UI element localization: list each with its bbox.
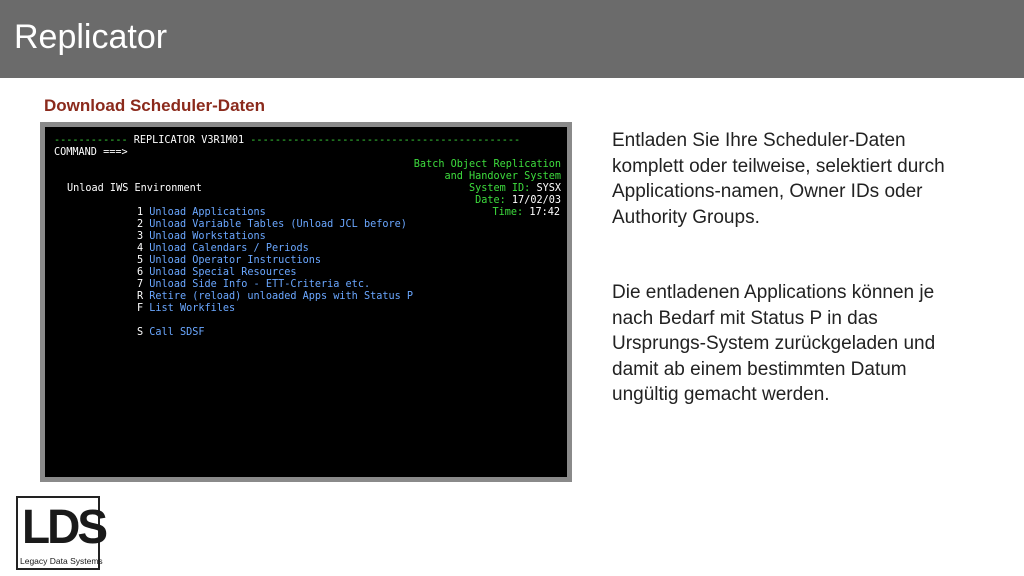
menu-label: Retire (reload) unloaded Apps with Statu… bbox=[149, 291, 414, 302]
system-id-value: SYSX bbox=[536, 183, 561, 194]
menu-key: 2 bbox=[137, 219, 144, 230]
system-id-line: System ID: SYSX bbox=[469, 183, 561, 195]
menu-label: Unload Side Info - ETT-Criteria etc. bbox=[149, 279, 371, 290]
menu-key: 1 bbox=[137, 207, 144, 218]
date-value: 17/02/03 bbox=[511, 195, 561, 206]
menu-option[interactable]: 3 Unload Workstations bbox=[137, 231, 266, 243]
header-dashes-right: ----------------------------------------… bbox=[250, 135, 521, 146]
menu-key: 5 bbox=[137, 255, 144, 266]
menu-option[interactable]: 2 Unload Variable Tables (Unload JCL bef… bbox=[137, 219, 407, 231]
menu-label: Unload Workstations bbox=[149, 231, 266, 242]
menu-key: 4 bbox=[137, 243, 144, 254]
menu-option[interactable]: 5 Unload Operator Instructions bbox=[137, 255, 321, 267]
menu-option[interactable]: 1 Unload Applications bbox=[137, 207, 266, 219]
menu-option[interactable]: S Call SDSF bbox=[137, 327, 204, 339]
menu-option[interactable]: R Retire (reload) unloaded Apps with Sta… bbox=[137, 291, 413, 303]
company-logo: LDS Legacy Data Systems bbox=[16, 496, 108, 570]
header-dashes-left: ------------ bbox=[54, 135, 128, 146]
menu-label: Unload Applications bbox=[149, 207, 266, 218]
menu-option[interactable]: 6 Unload Special Resources bbox=[137, 267, 296, 279]
menu-label: Call SDSF bbox=[149, 327, 205, 338]
system-id-label: System ID: bbox=[468, 183, 531, 194]
description-paragraph-2: Die entladenen Applications können je na… bbox=[612, 282, 936, 405]
terminal-screen[interactable]: ------------ REPLICATOR V3R1M01 --------… bbox=[45, 127, 567, 477]
menu-label: Unload Operator Instructions bbox=[149, 255, 322, 266]
menu-key: R bbox=[137, 291, 144, 302]
slide-title: Replicator bbox=[14, 18, 168, 56]
menu-label: Unload Calendars / Periods bbox=[149, 243, 309, 254]
terminal-header-title: REPLICATOR V3R1M01 bbox=[133, 135, 245, 146]
title-bar: Replicator bbox=[0, 0, 1024, 78]
terminal-frame: ------------ REPLICATOR V3R1M01 --------… bbox=[40, 122, 572, 482]
product-line-2: and Handover System bbox=[444, 171, 561, 182]
time-value: 17:42 bbox=[529, 207, 560, 218]
terminal-header-line: ------------ REPLICATOR V3R1M01 --------… bbox=[54, 135, 520, 147]
date-line: Date: 17/02/03 bbox=[475, 195, 561, 207]
menu-key: 7 bbox=[137, 279, 144, 290]
command-prompt[interactable]: COMMAND ===> bbox=[54, 147, 128, 159]
time-label: Time: bbox=[492, 207, 524, 218]
section-subtitle: Download Scheduler-Daten bbox=[44, 96, 266, 115]
date-label: Date: bbox=[475, 195, 506, 206]
menu-key: F bbox=[137, 303, 144, 314]
menu-label: Unload Special Resources bbox=[149, 267, 297, 278]
menu-label: List Workfiles bbox=[149, 303, 236, 314]
menu-option[interactable]: F List Workfiles bbox=[137, 303, 235, 315]
product-line-1: Batch Object Replication bbox=[413, 159, 561, 170]
environment-label: Unload IWS Environment bbox=[67, 183, 202, 194]
menu-key: S bbox=[137, 327, 144, 338]
logo-tagline: Legacy Data Systems bbox=[20, 556, 103, 566]
menu-key: 3 bbox=[137, 231, 144, 242]
menu-option[interactable]: 7 Unload Side Info - ETT-Criteria etc. bbox=[137, 279, 370, 291]
time-line: Time: 17:42 bbox=[493, 207, 560, 219]
menu-option[interactable]: 4 Unload Calendars / Periods bbox=[137, 243, 309, 255]
description-paragraph-1: Entladen Sie Ihre Scheduler-Daten komple… bbox=[612, 130, 945, 228]
logo-letters: LDS bbox=[22, 498, 108, 554]
menu-label: Unload Variable Tables (Unload JCL befor… bbox=[149, 219, 407, 230]
menu-key: 6 bbox=[137, 267, 144, 278]
